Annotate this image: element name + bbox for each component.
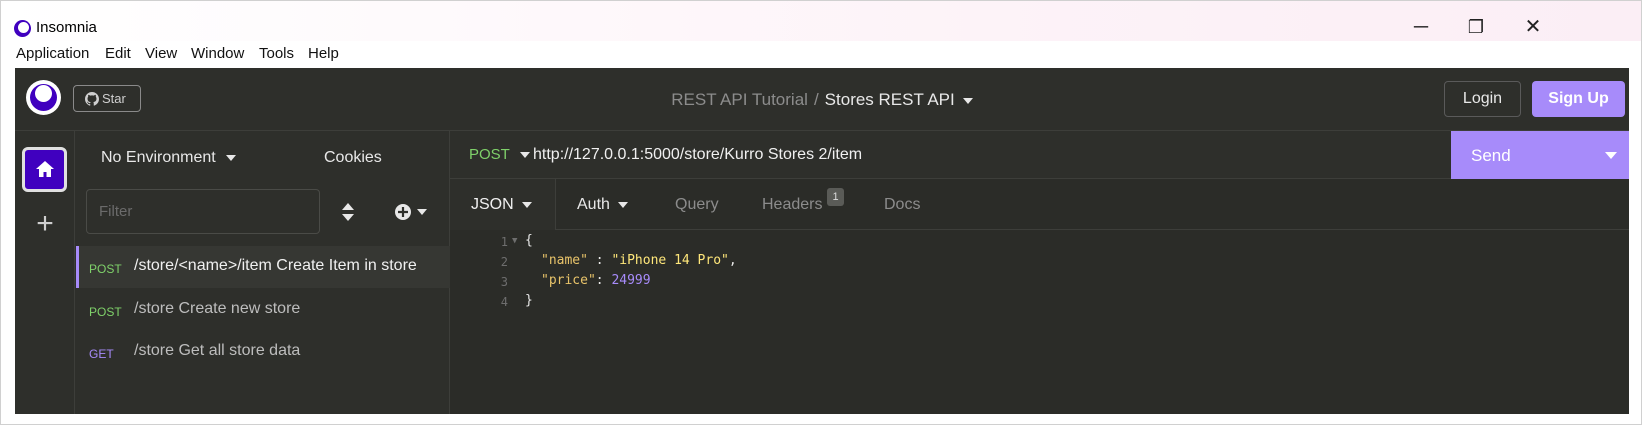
menu-bar: Application Edit View Window Tools Help (1, 41, 1641, 68)
insomnia-logo-icon (14, 20, 31, 37)
url-input[interactable] (533, 143, 1433, 167)
url-bar: POST Send (450, 131, 1629, 179)
send-label: Send (1471, 146, 1511, 165)
breadcrumb: REST API Tutorial / Stores REST API (15, 90, 1629, 110)
breadcrumb-separator: / (813, 90, 819, 109)
cookies-button[interactable]: Cookies (324, 149, 382, 167)
tab-auth[interactable]: Auth (577, 179, 628, 230)
breadcrumb-collection[interactable]: Stores REST API (825, 90, 955, 109)
top-bar: Star REST API Tutorial / Stores REST API L… (15, 68, 1629, 131)
chevron-down-icon (519, 152, 530, 159)
sidebar: No Environment Cookies POST /store/<name… (76, 131, 450, 414)
code-line: 3 "price": 24999 (450, 272, 1629, 292)
code-line: 1 ▼ { (450, 232, 1629, 252)
code-line: 4 } (450, 292, 1629, 312)
window-title: Insomnia (36, 19, 97, 36)
app-window: Insomnia ─ ❐ ✕ Application Edit View Win… (0, 0, 1642, 425)
request-item[interactable]: POST /store/<name>/item Create Item in s… (76, 246, 450, 288)
sign-up-button[interactable]: Sign Up (1532, 81, 1625, 117)
line-number: 3 (500, 275, 508, 289)
request-name: /store/<name>/item Create Item in store (134, 257, 417, 274)
request-pane: POST Send JSON Auth Query (450, 131, 1629, 414)
sort-icon[interactable] (340, 202, 356, 222)
menu-tools[interactable]: Tools (259, 45, 294, 62)
code-text: "name" : "iPhone 14 Pro", (541, 253, 737, 268)
code-text: { (525, 233, 533, 248)
json-key: "price" (541, 273, 596, 288)
json-comma: , (728, 253, 737, 268)
tab-json[interactable]: JSON (450, 179, 556, 230)
line-number: 4 (500, 295, 508, 309)
chevron-down-icon (225, 154, 236, 161)
line-number: 2 (500, 255, 508, 269)
headers-count-badge: 1 (827, 188, 844, 206)
menu-edit[interactable]: Edit (105, 45, 131, 62)
chevron-down-icon (521, 201, 532, 208)
minimize-button[interactable]: ─ (1406, 15, 1436, 39)
line-number: 1 (500, 235, 508, 249)
chevron-down-icon[interactable] (962, 97, 973, 104)
menu-view[interactable]: View (145, 45, 177, 62)
send-button[interactable]: Send (1451, 131, 1629, 179)
left-rail: + (15, 131, 75, 414)
fold-arrow-icon[interactable]: ▼ (512, 236, 517, 246)
add-request-icon[interactable] (394, 202, 434, 222)
request-method: GET (89, 347, 114, 361)
insomnia-app: Star REST API Tutorial / Stores REST API L… (15, 68, 1629, 414)
tab-label: Auth (577, 196, 610, 213)
menu-help[interactable]: Help (308, 45, 339, 62)
method-label: POST (469, 146, 510, 163)
restore-button[interactable]: ❐ (1461, 15, 1491, 39)
breadcrumb-project[interactable]: REST API Tutorial (671, 90, 808, 109)
tab-label: Query (675, 196, 719, 213)
request-name: /store Create new store (134, 300, 301, 317)
tab-label: Docs (884, 196, 921, 213)
json-string-value: "iPhone 14 Pro" (611, 253, 729, 268)
title-bar: Insomnia ─ ❐ ✕ (1, 1, 1641, 41)
chevron-down-icon (617, 201, 628, 208)
request-method: POST (89, 262, 122, 276)
tab-docs[interactable]: Docs (884, 179, 920, 230)
tab-label: JSON (471, 196, 514, 213)
menu-window[interactable]: Window (191, 45, 244, 62)
json-separator: : (595, 273, 612, 288)
tab-query[interactable]: Query (675, 179, 719, 230)
login-button[interactable]: Login (1444, 81, 1521, 117)
tab-label: Headers (762, 196, 823, 213)
json-body-editor[interactable]: 1 ▼ { 2 "name" : "iPhone 14 Pro", 3 "pri… (450, 231, 1629, 414)
menu-application[interactable]: Application (16, 45, 89, 62)
environment-label: No Environment (101, 149, 216, 166)
request-tabs: JSON Auth Query Headers 1 Docs (450, 179, 1629, 230)
request-name: /store Get all store data (134, 342, 301, 359)
code-text: "price": 24999 (541, 273, 651, 288)
json-number-value: 24999 (611, 273, 651, 288)
code-line: 2 "name" : "iPhone 14 Pro", (450, 252, 1629, 272)
json-key: "name" (541, 253, 588, 268)
home-icon (36, 161, 54, 177)
request-item[interactable]: POST /store Create new store (76, 289, 450, 331)
chevron-down-icon[interactable] (1605, 152, 1617, 159)
environment-selector[interactable]: No Environment (101, 149, 236, 167)
request-method: POST (89, 305, 122, 319)
tab-headers[interactable]: Headers (762, 179, 822, 230)
plus-icon[interactable]: + (30, 209, 60, 239)
home-button[interactable] (22, 147, 67, 192)
method-dropdown[interactable]: POST (469, 146, 530, 163)
code-text: } (525, 293, 533, 308)
json-separator: : (587, 253, 612, 268)
request-item[interactable]: GET /store Get all store data (76, 331, 450, 373)
close-button[interactable]: ✕ (1518, 15, 1548, 39)
filter-input[interactable] (86, 189, 320, 234)
